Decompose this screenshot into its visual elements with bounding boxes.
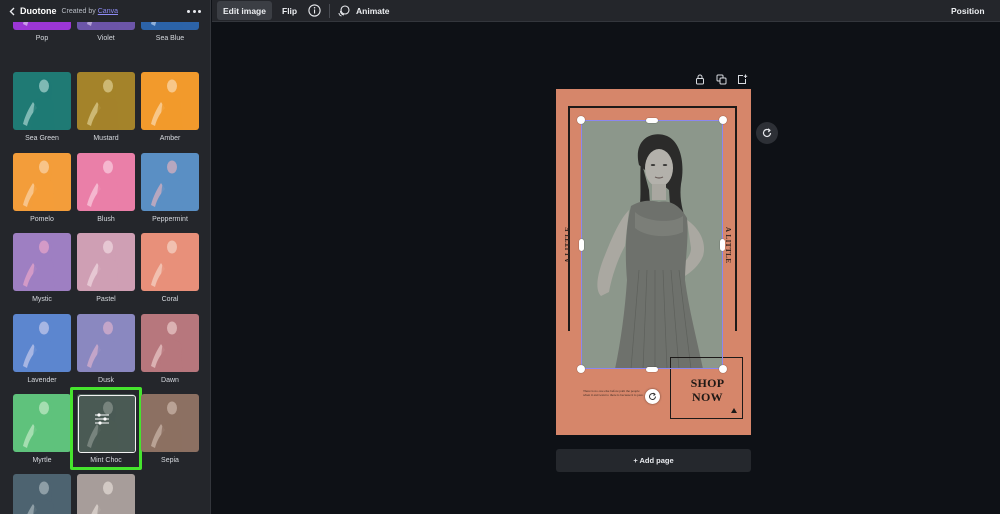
duplicate-icon[interactable] — [716, 72, 727, 85]
filter-label: Blush — [97, 216, 115, 223]
filter-label: Dusk — [98, 377, 114, 384]
flip-button[interactable]: Flip — [276, 1, 303, 20]
resize-handle-top[interactable] — [646, 118, 658, 123]
filter-tile[interactable] — [77, 314, 135, 372]
filter-label: Pop — [35, 35, 49, 42]
selection-outline — [581, 120, 723, 369]
filter-label: Sea Blue — [155, 35, 185, 42]
top-toolbar: Edit image Flip Animate Position — [212, 0, 1000, 22]
vertical-text-left: A LITTLE — [564, 226, 572, 264]
filter-preview-image — [13, 314, 71, 372]
resize-handle-bottom-left[interactable] — [577, 365, 585, 373]
animate-icon[interactable] — [338, 4, 350, 17]
frame-line-top — [568, 106, 737, 108]
filter-label: Pomelo — [30, 216, 54, 223]
filter-tile[interactable] — [13, 314, 71, 372]
filter-preview-image — [77, 233, 135, 291]
resize-handle-right[interactable] — [720, 239, 725, 251]
filter-tile[interactable] — [13, 153, 71, 211]
filter-preview-image — [141, 233, 199, 291]
adjust-sliders-icon[interactable] — [93, 412, 111, 426]
canva-editor: Pop Violet Sea Blue Sea Green Mustard Amber Po… — [0, 0, 1000, 514]
filter-preview-image — [77, 314, 135, 372]
filter-tile[interactable] — [13, 474, 71, 514]
filter-tile[interactable] — [77, 72, 135, 130]
filter-label: Violet — [97, 35, 115, 42]
duotone-panel: Pop Violet Sea Blue Sea Green Mustard Amber Po… — [0, 0, 211, 514]
filter-label: Dawn — [161, 377, 179, 384]
filter-label: Myrtle — [32, 457, 52, 464]
filter-label: Mustard — [93, 135, 119, 142]
chevron-left-icon[interactable] — [7, 4, 17, 18]
filter-tile[interactable] — [77, 233, 135, 291]
filter-label: Sea Green — [25, 135, 59, 142]
refresh-icon[interactable] — [756, 122, 778, 144]
filter-label: Lavender — [27, 377, 57, 384]
add-page-icon[interactable] — [737, 72, 748, 84]
add-page-button[interactable]: + Add page — [556, 449, 751, 472]
filter-tile[interactable] — [141, 314, 199, 372]
filter-label: Peppermint — [152, 216, 188, 223]
creator-link[interactable]: Canva — [98, 8, 118, 15]
filter-preview-image — [77, 474, 135, 514]
panel-title: Duotone — [20, 6, 57, 16]
filter-label: Amber — [159, 135, 181, 142]
filter-tile[interactable] — [77, 474, 135, 514]
resize-handle-bottom-right[interactable] — [719, 365, 727, 373]
animate-button[interactable]: Animate — [350, 1, 396, 20]
resize-handle-left[interactable] — [579, 239, 584, 251]
filter-preview-image — [13, 153, 71, 211]
filter-tile[interactable] — [77, 153, 135, 211]
toolbar-divider — [329, 4, 330, 18]
info-icon[interactable] — [308, 4, 321, 17]
edit-image-button[interactable]: Edit image — [217, 1, 272, 20]
filter-label: Pastel — [96, 296, 116, 303]
panel-credit: Created by — [61, 7, 96, 15]
more-options-icon[interactable] — [187, 5, 201, 17]
resize-handle-top-right[interactable] — [719, 116, 727, 124]
rotate-icon[interactable] — [645, 389, 660, 404]
resize-handle-bottom[interactable] — [646, 367, 658, 372]
lock-icon[interactable] — [695, 72, 705, 85]
filter-label: Mystic — [32, 296, 52, 303]
filter-preview-image — [141, 153, 199, 211]
filter-tile[interactable] — [13, 394, 71, 452]
filter-preview-image — [13, 394, 71, 452]
filter-preview-image — [141, 72, 199, 130]
filter-tile[interactable] — [141, 72, 199, 130]
filter-label: Coral — [161, 296, 179, 303]
filter-tile[interactable] — [141, 394, 199, 452]
filter-tile[interactable] — [13, 72, 71, 130]
filter-preview-image — [77, 72, 135, 130]
frame-line-left — [568, 106, 570, 331]
filter-preview-image — [141, 394, 199, 452]
filter-tile[interactable] — [141, 233, 199, 291]
vertical-text-right: A LITTLE — [724, 227, 732, 264]
shop-text: SHOP — [690, 376, 725, 390]
filter-label: Sepia — [161, 457, 179, 464]
filter-preview-image — [13, 233, 71, 291]
position-button[interactable]: Position — [945, 1, 991, 20]
filter-tile[interactable] — [141, 153, 199, 211]
filter-preview-image — [141, 314, 199, 372]
filter-preview-image — [13, 474, 71, 514]
resize-handle-top-left[interactable] — [577, 116, 585, 124]
filter-preview-image — [13, 72, 71, 130]
triangle-icon — [731, 408, 737, 413]
now-text: NOW — [692, 390, 723, 404]
frame-line-right — [735, 106, 737, 331]
panel-header: Duotone Created by Canva — [0, 0, 210, 22]
selected-filter-highlight — [70, 387, 142, 470]
filter-preview-image — [77, 153, 135, 211]
body-copy: There is no one else before path the peo… — [583, 389, 644, 398]
filter-tile[interactable] — [13, 233, 71, 291]
